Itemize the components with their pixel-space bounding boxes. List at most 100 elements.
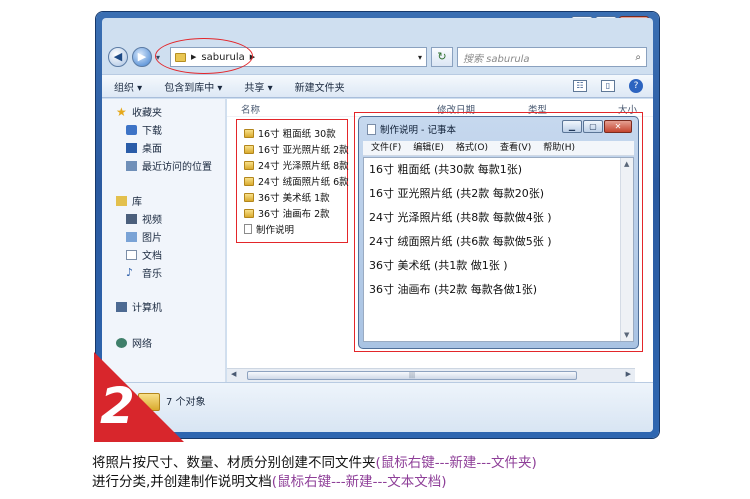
nav-label: 最近访问的位置 <box>142 162 212 173</box>
text-line: 16寸 粗面纸 (共30款 每款1张) <box>369 163 523 176</box>
notepad-text-area[interactable]: 16寸 粗面纸 (共30款 每款1张) 16寸 亚光照片纸 (共2款 每款20张… <box>363 157 634 342</box>
list-item[interactable]: 36寸 美术纸 1款 <box>244 190 330 204</box>
folder-icon <box>244 176 254 186</box>
caption-line-2: 进行分类,并创建制作说明文档(鼠标右键---新建---文本文档) <box>92 470 447 490</box>
nav-desktop[interactable]: 桌面 <box>126 140 162 155</box>
text-line: 24寸 绒面照片纸 (共6款 每款做5张 ) <box>369 235 552 248</box>
status-bar: 7 个对象 <box>102 382 653 432</box>
nav-label: 库 <box>132 197 142 208</box>
notepad-maximize-button[interactable]: ▢ <box>583 120 603 133</box>
file-label: 制作说明 <box>256 225 295 236</box>
nav-documents[interactable]: 文档 <box>126 247 162 262</box>
list-item[interactable]: 16寸 粗面纸 30款 <box>244 126 336 140</box>
folder-icon <box>244 128 254 138</box>
caption-hint: (鼠标右键---新建---文件夹) <box>375 455 537 471</box>
list-item[interactable]: 36寸 油画布 2款 <box>244 206 330 220</box>
tutorial-slide: ▁ ▢ ✕ ◀ ▶ ▾ ▶ saburula ▶ ▾ ↻ 搜索 saburula <box>0 0 750 499</box>
command-bar: 组织 ▾ 包含到库中 ▾ 共享 ▾ 新建文件夹 ☷ ▯ ? <box>102 74 653 98</box>
share-button[interactable]: 共享 ▾ <box>244 79 272 94</box>
view-options-icon[interactable]: ☷ <box>573 80 587 92</box>
menu-view[interactable]: 查看(V) <box>500 141 531 155</box>
list-item[interactable]: 24寸 绒面照片纸 6款 <box>244 174 349 188</box>
scroll-left-icon[interactable]: ◀ <box>231 370 236 378</box>
nav-videos[interactable]: 视频 <box>126 211 162 226</box>
horizontal-scrollbar[interactable]: ◀ ||| ▶ <box>227 368 635 382</box>
files-highlight-box: 16寸 粗面纸 30款 16寸 亚光照片纸 2款 24寸 光泽照片纸 8款 24… <box>236 119 349 243</box>
library-icon <box>116 195 127 206</box>
recent-places-icon <box>126 160 137 171</box>
address-dropdown-icon[interactable]: ▾ <box>418 53 422 62</box>
nav-label: 桌面 <box>142 144 162 155</box>
list-item[interactable]: 16寸 亚光照片纸 2款 <box>244 142 349 156</box>
file-label: 36寸 美术纸 1款 <box>258 193 330 204</box>
back-button[interactable]: ◀ <box>108 47 128 67</box>
notepad-icon <box>367 123 376 135</box>
help-icon[interactable]: ? <box>629 79 643 93</box>
nav-label: 图片 <box>142 233 162 244</box>
menu-help[interactable]: 帮助(H) <box>543 141 575 155</box>
nav-pictures[interactable]: 图片 <box>126 229 162 244</box>
caption-main: 将照片按尺寸、数量、材质分别创建不同文件夹 <box>92 455 376 471</box>
caption-main: 进行分类,并创建制作说明文档 <box>92 474 272 490</box>
nav-label: 音乐 <box>142 269 162 280</box>
network-icon <box>116 337 127 348</box>
column-name[interactable]: 名称 <box>241 102 260 116</box>
nav-downloads[interactable]: 下载 <box>126 122 162 137</box>
text-line: 36寸 油画布 (共2款 每款各做1张) <box>369 283 538 296</box>
refresh-button[interactable]: ↻ <box>431 47 453 67</box>
menu-format[interactable]: 格式(O) <box>456 141 488 155</box>
nav-favorites[interactable]: ★ 收藏夹 <box>116 104 162 120</box>
search-input[interactable]: 搜索 saburula ⌕ <box>457 47 647 67</box>
text-line: 36寸 美术纸 (共1款 做1张 ) <box>369 259 508 272</box>
caption-hint: (鼠标右键---新建---文本文档) <box>271 474 447 490</box>
folder-icon <box>244 144 254 154</box>
nav-label: 下载 <box>142 126 162 137</box>
scroll-right-icon[interactable]: ▶ <box>626 370 631 378</box>
nav-label: 网络 <box>132 339 152 350</box>
computer-icon <box>116 301 127 312</box>
nav-network[interactable]: 网络 <box>116 335 152 350</box>
forward-button[interactable]: ▶ <box>132 47 152 67</box>
step-number: 2 <box>100 377 135 435</box>
notepad-title: 制作说明 - 记事本 <box>380 125 456 136</box>
file-label: 36寸 油画布 2款 <box>258 209 330 220</box>
preview-pane-icon[interactable]: ▯ <box>601 80 615 92</box>
new-folder-button[interactable]: 新建文件夹 <box>295 79 345 94</box>
nav-computer[interactable]: 计算机 <box>116 299 162 314</box>
notepad-minimize-button[interactable]: ▁ <box>562 120 582 133</box>
notepad-vertical-scrollbar[interactable]: ▲ ▼ <box>620 158 633 341</box>
nav-label: 计算机 <box>132 303 162 314</box>
text-line: 24寸 光泽照片纸 (共8款 每款做4张 ) <box>369 211 552 224</box>
search-icon: ⌕ <box>635 51 641 63</box>
folder-icon <box>244 192 254 202</box>
nav-music[interactable]: ♪ 音乐 <box>126 265 162 280</box>
video-icon <box>126 213 137 224</box>
desktop-icon <box>126 142 137 153</box>
star-icon: ★ <box>116 104 127 119</box>
nav-recent[interactable]: 最近访问的位置 <box>126 158 212 173</box>
notepad-window: 制作说明 - 记事本 ▁ ▢ ✕ 文件(F) 编辑(E) 格式(O) 查看(V)… <box>358 116 639 349</box>
text-line: 16寸 亚光照片纸 (共2款 每款20张) <box>369 187 545 200</box>
list-item[interactable]: 制作说明 <box>244 222 294 236</box>
picture-icon <box>126 231 137 242</box>
scroll-up-icon[interactable]: ▲ <box>624 160 629 168</box>
notepad-menubar: 文件(F) 编辑(E) 格式(O) 查看(V) 帮助(H) <box>363 141 634 156</box>
file-label: 16寸 粗面纸 30款 <box>258 129 336 140</box>
search-placeholder: 搜索 saburula <box>463 53 530 65</box>
menu-file[interactable]: 文件(F) <box>371 141 401 155</box>
nav-label: 视频 <box>142 215 162 226</box>
file-label: 24寸 光泽照片纸 8款 <box>258 161 349 172</box>
document-icon <box>126 249 137 260</box>
scroll-down-icon[interactable]: ▼ <box>624 331 629 339</box>
notepad-caption-buttons: ▁ ▢ ✕ <box>562 120 632 133</box>
caption-line-1: 将照片按尺寸、数量、材质分别创建不同文件夹(鼠标右键---新建---文件夹) <box>92 451 537 471</box>
address-highlight <box>155 38 253 74</box>
notepad-close-button[interactable]: ✕ <box>604 120 632 133</box>
organize-button[interactable]: 组织 ▾ <box>114 79 142 94</box>
list-item[interactable]: 24寸 光泽照片纸 8款 <box>244 158 349 172</box>
nav-libraries[interactable]: 库 <box>116 193 142 208</box>
nav-label: 收藏夹 <box>132 108 162 119</box>
menu-edit[interactable]: 编辑(E) <box>413 141 444 155</box>
scrollbar-thumb[interactable]: ||| <box>247 371 577 380</box>
include-in-library-button[interactable]: 包含到库中 ▾ <box>164 79 222 94</box>
